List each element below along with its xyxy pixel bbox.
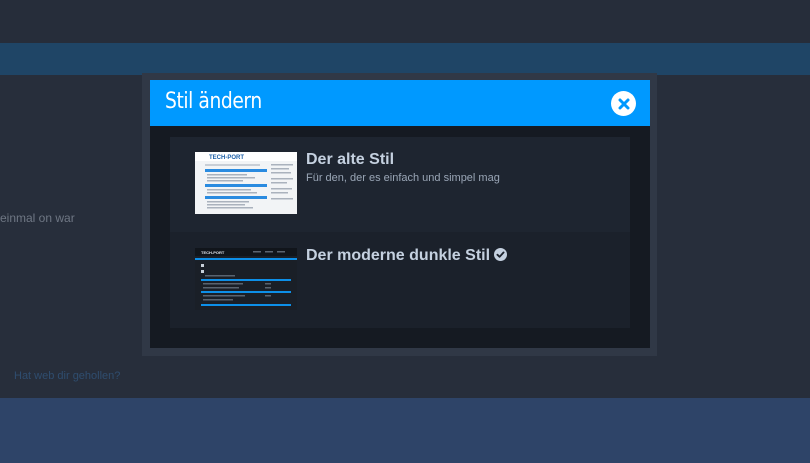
thumbnail-logo-modern-dark: TECH-PORT — [201, 250, 225, 255]
style-list: TECH-PORT Der alte Stil Für den, der es … — [170, 137, 630, 328]
check-circle-icon — [494, 248, 508, 261]
style-option-modern-dark[interactable]: TECH-PORT Der moderne dunkle Stil — [170, 233, 630, 328]
close-icon — [618, 98, 629, 109]
page-navbar-background — [0, 43, 810, 75]
style-thumbnail-modern-dark: TECH-PORT — [195, 248, 297, 310]
thumbnail-logo-old: TECH-PORT — [209, 155, 244, 161]
style-option-old[interactable]: TECH-PORT Der alte Stil Für den, der es … — [170, 137, 630, 232]
background-text: einmal on war — [0, 211, 75, 225]
background-link: Hat web dir gehollen? — [14, 370, 121, 382]
style-thumbnail-old: TECH-PORT — [195, 152, 297, 214]
style-name-modern-dark-label: Der moderne dunkle Stil — [306, 247, 491, 264]
dark-style-preview-image: TECH-PORT — [195, 248, 297, 310]
close-button[interactable] — [611, 91, 636, 116]
dialog-header: Stil ändern — [150, 80, 650, 126]
style-name-modern-dark: Der moderne dunkle Stil — [306, 247, 508, 265]
page-header-background — [0, 0, 810, 43]
page-footer-background — [0, 398, 810, 463]
old-style-preview-image: TECH-PORT — [195, 152, 297, 214]
style-change-dialog: Stil ändern TECH-PORT Der alte Stil Für … — [150, 80, 650, 348]
style-name-old: Der alte Stil — [306, 151, 395, 168]
style-description-old: Für den, der es einfach und simpel mag — [306, 172, 500, 184]
dialog-title: Stil ändern — [165, 89, 262, 114]
